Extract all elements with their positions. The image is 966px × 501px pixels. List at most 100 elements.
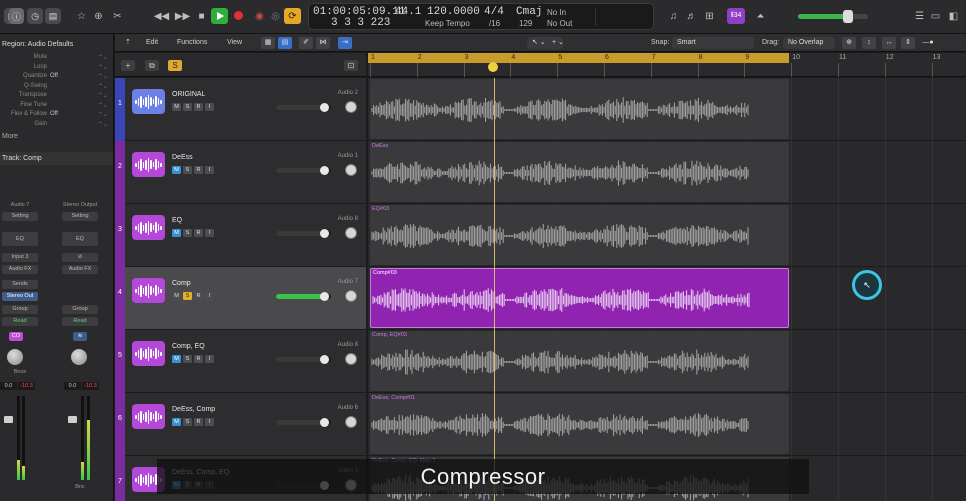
volume-fader[interactable] xyxy=(4,416,13,423)
link-icon[interactable]: ⊘ xyxy=(62,253,98,262)
audio-waveform-icon[interactable] xyxy=(132,215,165,240)
inspector-param[interactable]: Fine Tune ⌃⌄ xyxy=(0,102,113,112)
input-monitor-button[interactable]: I xyxy=(205,103,214,111)
track-volume-slider[interactable] xyxy=(276,292,331,301)
track-volume-slider[interactable] xyxy=(276,103,331,112)
pan-knob[interactable] xyxy=(71,349,87,365)
global-solo-button[interactable]: S xyxy=(168,60,182,71)
quick-help-icon[interactable]: ◷ xyxy=(27,8,43,24)
track-volume-slider[interactable] xyxy=(276,166,331,175)
pan-knob[interactable] xyxy=(345,164,357,176)
stepper-icon[interactable]: ⌃⌄ xyxy=(98,54,108,61)
track-name[interactable]: DeEss, Comp xyxy=(172,406,215,413)
track-header[interactable]: 6 DeEss, Comp M S R I Audio 6 xyxy=(115,393,366,456)
master-volume-knob[interactable] xyxy=(843,10,854,23)
track-name[interactable]: DeEss xyxy=(172,154,193,161)
pan-knob[interactable] xyxy=(345,227,357,239)
editors-icon[interactable]: ✂ xyxy=(110,9,125,24)
param-value[interactable]: Off xyxy=(50,73,58,79)
vertical-zoom-icon[interactable]: ↕ xyxy=(862,37,876,49)
record-enable-button[interactable]: R xyxy=(194,166,203,174)
inspector-param[interactable]: Q-Swing ⌃⌄ xyxy=(0,83,113,93)
pan-knob[interactable] xyxy=(7,349,23,365)
inspector-toggle-icon[interactable]: ⓘ xyxy=(9,8,24,24)
horizontal-zoom-icon[interactable]: ↔ xyxy=(882,37,896,49)
browser-icon[interactable]: ▭ xyxy=(928,9,943,24)
auto-zoom-icon[interactable]: ⊕ xyxy=(842,37,856,49)
volume-fader[interactable] xyxy=(68,416,77,423)
waveform-zoom-icon[interactable]: ⋈ xyxy=(316,37,330,49)
drag-dropdown[interactable]: No Overlap xyxy=(783,37,835,49)
mute-button[interactable]: M xyxy=(172,229,181,237)
track-lane[interactable]: Comp, EQ#03 xyxy=(368,330,966,393)
param-value[interactable]: Off xyxy=(50,111,58,117)
replace-record-icon[interactable]: ◉ xyxy=(252,9,267,24)
add-track-button[interactable]: + xyxy=(121,60,135,71)
solo-button[interactable]: S xyxy=(183,229,192,237)
mute-button[interactable]: M xyxy=(172,166,181,174)
plugin-badge[interactable]: CO xyxy=(9,332,23,341)
stepper-icon[interactable]: ⌃⌄ xyxy=(98,121,108,128)
track-volume-knob[interactable] xyxy=(319,229,329,238)
global-tracks-icon[interactable]: ⊡ xyxy=(344,60,358,71)
pan-knob[interactable] xyxy=(345,416,357,428)
stepper-icon[interactable]: ⌃⌄ xyxy=(98,73,108,80)
track-header[interactable]: Track: Comp xyxy=(0,152,113,165)
lcd-display[interactable]: 01:00:05:09.11 3 3 3 223 44.1 120.0000 K… xyxy=(308,3,654,30)
track-header[interactable]: 2 DeEss M S R I Audio 1 xyxy=(115,141,366,204)
duplicate-track-icon[interactable]: ⧉ xyxy=(145,60,159,71)
group-slot[interactable]: Group xyxy=(2,305,38,314)
setting-button[interactable]: Setting xyxy=(2,212,38,221)
pan-knob[interactable] xyxy=(345,353,357,365)
fast-forward-icon[interactable]: ▶▶ xyxy=(175,9,190,24)
cycle-button[interactable]: ⟳ xyxy=(284,8,301,24)
mute-button[interactable]: M xyxy=(172,292,181,300)
loops-icon[interactable]: ◧ xyxy=(946,9,961,24)
audio-fx-slot[interactable]: Audio FX xyxy=(2,265,38,274)
inspector-param[interactable]: Gain ⌃⌄ xyxy=(0,121,113,131)
mute-button[interactable]: M xyxy=(172,418,181,426)
toolbar-toggle-icon[interactable]: ▤ xyxy=(45,8,61,24)
input-monitor-button[interactable]: I xyxy=(205,355,214,363)
record-button[interactable] xyxy=(234,11,243,20)
bar-ruler[interactable]: 1 2 3 4 5 6 7 8 9 10 11 12 13 xyxy=(368,53,966,77)
play-button[interactable] xyxy=(211,8,228,24)
track-volume-knob[interactable] xyxy=(319,166,329,175)
mute-button[interactable]: M xyxy=(172,103,181,111)
grid-view-icon[interactable]: ▦ xyxy=(261,37,275,49)
stepper-icon[interactable]: ⌃⌄ xyxy=(98,92,108,99)
waveform-size-icon[interactable]: ⇕ xyxy=(901,37,915,49)
inspector-param[interactable]: Flex & Follow Off ⌃⌄ xyxy=(0,111,113,121)
audio-waveform-icon[interactable] xyxy=(132,278,165,303)
setting-button[interactable]: Setting xyxy=(62,212,98,221)
record-enable-button[interactable]: R xyxy=(194,292,203,300)
track-name[interactable]: EQ xyxy=(172,217,182,224)
region-header[interactable]: Region: Audio Defaults xyxy=(0,38,113,51)
inspector-param[interactable]: Loop ⌃⌄ xyxy=(0,64,113,74)
zoom-slider-icon[interactable]: —●— xyxy=(921,37,935,58)
eq-display[interactable]: EQ xyxy=(62,232,98,246)
track-name[interactable]: Comp, EQ xyxy=(172,343,205,350)
stop-icon[interactable]: ■ xyxy=(194,9,209,24)
audio-fx-slot[interactable]: Audio FX xyxy=(62,265,98,274)
count-in-badge[interactable]: ⫴34 xyxy=(727,8,745,24)
track-volume-knob[interactable] xyxy=(319,418,329,427)
audio-region[interactable]: DeEss xyxy=(370,142,789,202)
input-slot[interactable]: Input 3 xyxy=(2,253,38,262)
audio-region[interactable]: DeEss, Comp#01 xyxy=(370,394,789,454)
solo-button[interactable]: S xyxy=(183,418,192,426)
mixer-icon[interactable]: ⊕ xyxy=(91,9,106,24)
track-header[interactable]: 3 EQ M S R I Audio 8 xyxy=(115,204,366,267)
track-name[interactable]: ORIGINAL xyxy=(172,91,205,98)
inspector-param[interactable]: Transpose ⌃⌄ xyxy=(0,92,113,102)
pan-knob[interactable] xyxy=(345,290,357,302)
record-enable-button[interactable]: R xyxy=(194,103,203,111)
track-volume-slider[interactable] xyxy=(276,229,331,238)
audio-region[interactable]: EQ#03 xyxy=(370,205,789,265)
track-lane[interactable]: EQ#03 xyxy=(368,204,966,267)
track-name[interactable]: Comp xyxy=(172,280,191,287)
audio-waveform-icon[interactable] xyxy=(132,341,165,366)
track-lane[interactable] xyxy=(368,78,966,141)
audio-region[interactable]: Comp, EQ#03 xyxy=(370,331,789,391)
track-header[interactable]: 1 ORIGINAL M S R I Audio 2 xyxy=(115,78,366,141)
